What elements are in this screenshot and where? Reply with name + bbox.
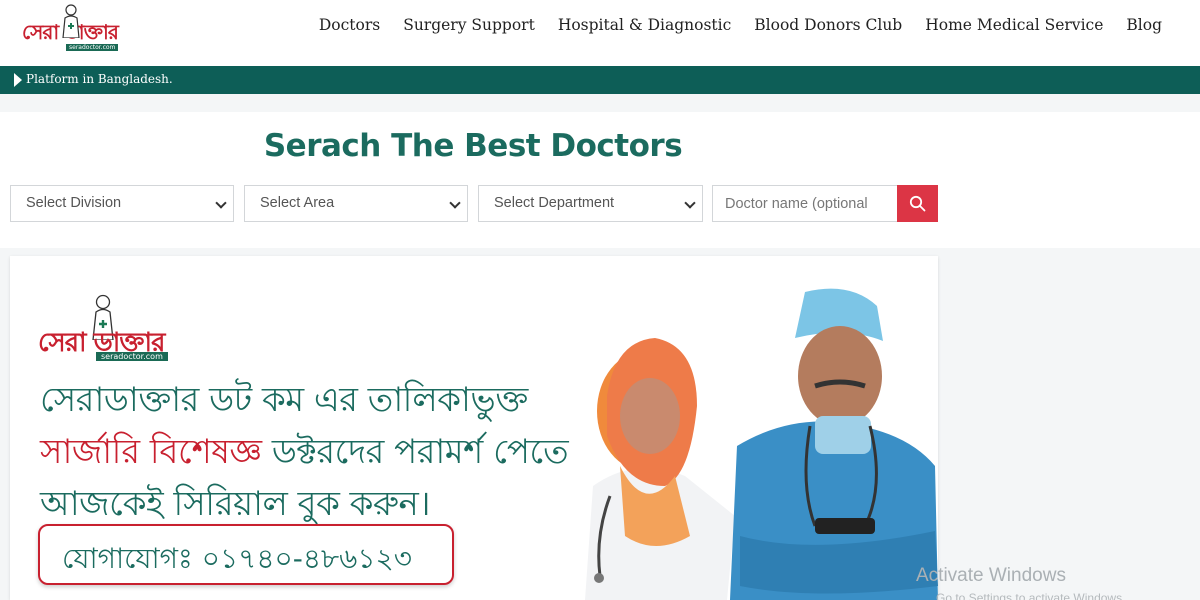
female-doctor-figure xyxy=(585,338,735,600)
nav-hospital-diagnostic[interactable]: Hospital & Diagnostic xyxy=(558,16,731,34)
banner-highlight: সার্জারি বিশেষজ্ঞ xyxy=(40,432,262,472)
contact-box: যোগাযোগঃ ০১৭৪০-৪৮৬১২৩ xyxy=(38,524,454,585)
nav-blood-donors-club[interactable]: Blood Donors Club xyxy=(754,16,902,34)
search-button[interactable] xyxy=(897,185,938,222)
site-logo[interactable]: সেরা ডাক্তার seradoctor.com xyxy=(22,4,140,54)
search-icon xyxy=(909,195,926,212)
banner-line-2: সার্জারি বিশেষজ্ঞ ডক্টরদের পরামর্শ পেতে xyxy=(40,426,569,483)
select-area[interactable]: Select Area xyxy=(244,185,468,222)
banner-logo-subtext: seradoctor.com xyxy=(96,352,168,361)
nav-doctors[interactable]: Doctors xyxy=(319,16,380,34)
chevron-down-icon xyxy=(449,197,461,209)
doctor-figure-icon xyxy=(62,4,80,38)
search-title: Serach The Best Doctors xyxy=(263,128,683,164)
banner-logo: সেরা ডাক্তার seradoctor.com xyxy=(38,294,198,364)
news-ticker: Platform in Bangladesh. xyxy=(0,66,1200,94)
site-header: সেরা ডাক্তার seradoctor.com Doctors Surg… xyxy=(0,0,1200,66)
activate-windows-subtext: Go to Settings to activate Windows. xyxy=(936,591,1126,600)
nav-home-medical-service[interactable]: Home Medical Service xyxy=(925,16,1103,34)
main-nav: Doctors Surgery Support Hospital & Diagn… xyxy=(296,16,1162,34)
banner-line-1: সেরাডাক্তার ডট কম এর তালিকাভুক্ত xyxy=(40,380,528,420)
promo-banner[interactable]: সেরা ডাক্তার seradoctor.com সেরাডাক্তার … xyxy=(10,256,938,600)
select-division[interactable]: Select Division xyxy=(10,185,234,222)
nav-blog[interactable]: Blog xyxy=(1126,16,1162,34)
activate-windows-watermark: Activate Windows xyxy=(916,565,1066,586)
play-arrow-icon xyxy=(14,73,22,87)
chevron-down-icon xyxy=(684,197,696,209)
select-division-label: Select Division xyxy=(26,195,122,211)
ticker-text: Platform in Bangladesh. xyxy=(26,72,173,86)
male-doctor-figure xyxy=(730,288,938,600)
chevron-down-icon xyxy=(215,197,227,209)
doctors-photo xyxy=(585,288,938,600)
select-department[interactable]: Select Department xyxy=(478,185,703,222)
doctor-name-input[interactable] xyxy=(712,185,898,222)
doctor-search-section: Serach The Best Doctors Select Division … xyxy=(0,112,1200,248)
select-area-label: Select Area xyxy=(260,195,335,211)
select-department-label: Select Department xyxy=(494,195,615,211)
nav-surgery-support[interactable]: Surgery Support xyxy=(403,16,535,34)
logo-subtext: seradoctor.com xyxy=(66,44,119,51)
